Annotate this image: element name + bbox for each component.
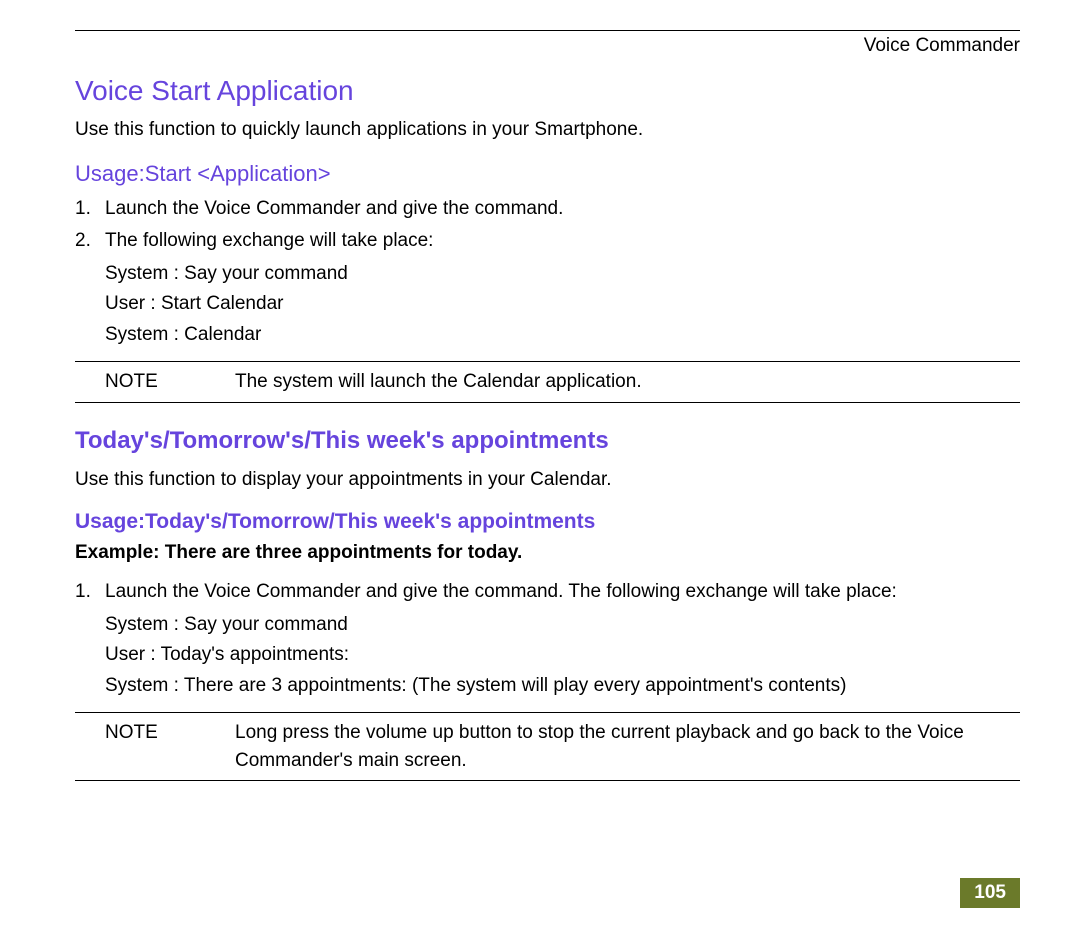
section1-usage-heading: Usage:Start <Application> — [75, 161, 1020, 187]
note-label: NOTE — [75, 362, 235, 402]
note-content: The system will launch the Calendar appl… — [235, 362, 1020, 402]
section1-intro: Use this function to quickly launch appl… — [75, 117, 1020, 143]
exchange-line: System : There are 3 appointments: (The … — [105, 672, 1020, 701]
page-number: 105 — [960, 878, 1020, 908]
list-item: The following exchange will take place: — [75, 227, 1020, 256]
section2-usage-heading: Usage:Today's/Tomorrow/This week's appoi… — [75, 510, 1020, 534]
exchange-line: System : Calendar — [105, 321, 1020, 350]
exchange-line: System : Say your command — [105, 611, 1020, 640]
header-divider — [75, 30, 1020, 31]
list-item: Launch the Voice Commander and give the … — [75, 578, 1020, 607]
section1-title: Voice Start Application — [75, 75, 1020, 107]
exchange-line: User : Today's appointments: — [105, 641, 1020, 670]
section2-example: Example: There are three appointments fo… — [75, 542, 1020, 564]
section2-exchange: System : Say your command User : Today's… — [75, 611, 1020, 701]
note-label: NOTE — [75, 713, 235, 780]
note-content: Long press the volume up button to stop … — [235, 713, 1020, 780]
exchange-line: System : Say your command — [105, 260, 1020, 289]
list-item: Launch the Voice Commander and give the … — [75, 195, 1020, 224]
section2-intro: Use this function to display your appoin… — [75, 467, 1020, 493]
section1-note: NOTE The system will launch the Calendar… — [75, 361, 1020, 403]
section1-steps-list: Launch the Voice Commander and give the … — [75, 195, 1020, 256]
section2-title: Today's/Tomorrow's/This week's appointme… — [75, 427, 1020, 455]
section2-note: NOTE Long press the volume up button to … — [75, 712, 1020, 781]
exchange-line: User : Start Calendar — [105, 290, 1020, 319]
section2-steps-list: Launch the Voice Commander and give the … — [75, 578, 1020, 607]
section1-exchange: System : Say your command User : Start C… — [75, 260, 1020, 350]
header-title: Voice Commander — [75, 35, 1020, 57]
